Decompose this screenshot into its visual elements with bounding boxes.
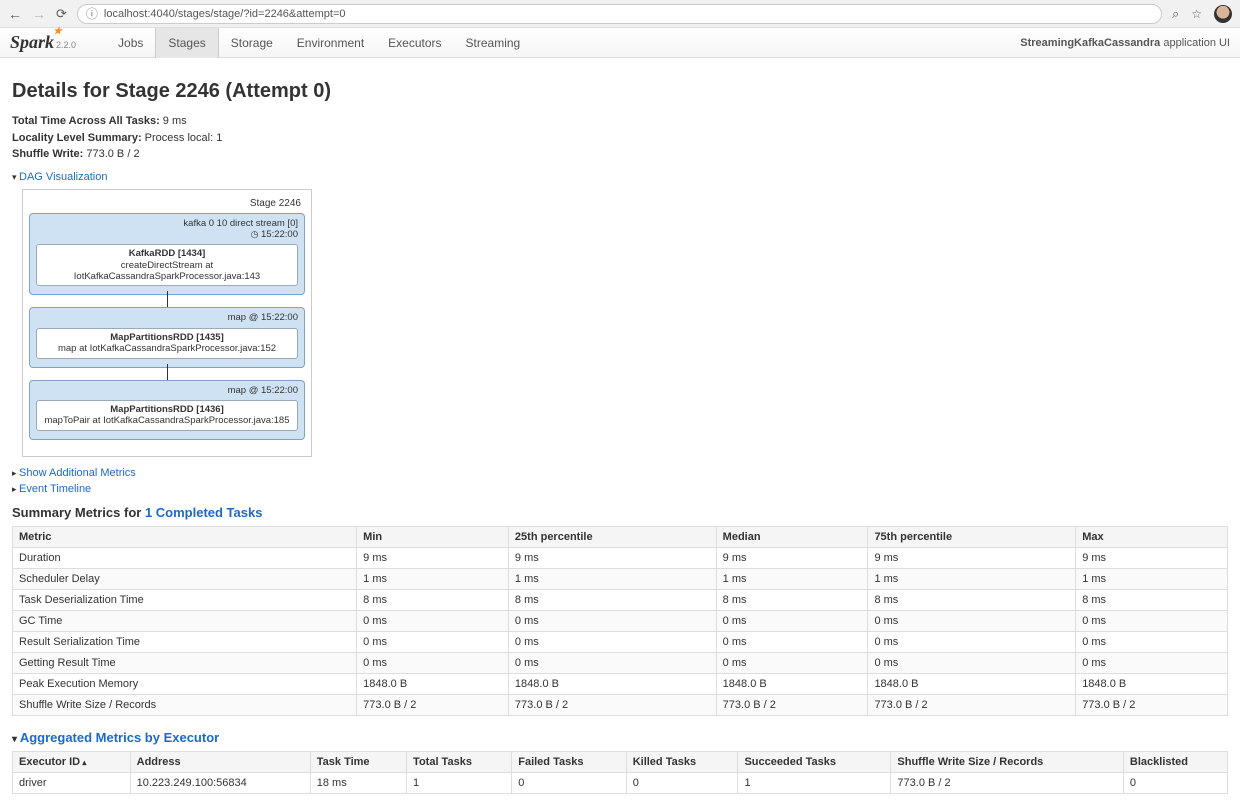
forward-button[interactable]: → xyxy=(32,6,46,22)
app-name-label: StreamingKafkaCassandra application UI xyxy=(1020,37,1230,49)
meta-item: Locality Level Summary: Process local: 1 xyxy=(12,130,1228,147)
table-header[interactable]: Metric xyxy=(13,526,357,547)
summary-metrics-heading: Summary Metrics for 1 Completed Tasks xyxy=(12,505,1228,520)
table-header[interactable]: 25th percentile xyxy=(508,526,716,547)
aggregated-metrics-table: Executor IDAddressTask TimeTotal TasksFa… xyxy=(12,751,1228,794)
table-row: Peak Execution Memory1848.0 B1848.0 B184… xyxy=(13,673,1228,694)
stage-meta-list: Total Time Across All Tasks: 9 msLocalit… xyxy=(12,113,1228,163)
spark-logo[interactable]: Spark 2.2.0 xyxy=(10,32,76,53)
table-header[interactable]: Median xyxy=(716,526,868,547)
table-header[interactable]: 75th percentile xyxy=(868,526,1076,547)
back-button[interactable]: ← xyxy=(8,6,22,22)
browser-toolbar: ← → ⟳ ⓘ localhost:4040/stages/stage/?id=… xyxy=(0,0,1240,28)
dag-visualization-toggle[interactable]: DAG Visualization xyxy=(12,171,1228,183)
dag-node: KafkaRDD [1434]createDirectStream at Iot… xyxy=(36,244,298,286)
nav-tab-jobs[interactable]: Jobs xyxy=(106,28,155,58)
table-row: Duration9 ms9 ms9 ms9 ms9 ms xyxy=(13,547,1228,568)
reload-button[interactable]: ⟳ xyxy=(56,6,67,22)
meta-item: Shuffle Write: 773.0 B / 2 xyxy=(12,146,1228,163)
bookmark-icon[interactable]: ☆ xyxy=(1191,7,1202,21)
nav-tab-streaming[interactable]: Streaming xyxy=(454,28,533,58)
table-header[interactable]: Succeeded Tasks xyxy=(738,751,891,772)
table-row: Getting Result Time0 ms0 ms0 ms0 ms0 ms xyxy=(13,652,1228,673)
app-navbar: Spark 2.2.0 JobsStagesStorageEnvironment… xyxy=(0,28,1240,58)
url-text: localhost:4040/stages/stage/?id=2246&att… xyxy=(104,8,346,20)
dag-visualization: Stage 2246 kafka 0 10 direct stream [0]1… xyxy=(22,189,312,457)
table-row: GC Time0 ms0 ms0 ms0 ms0 ms xyxy=(13,610,1228,631)
table-header[interactable]: Shuffle Write Size / Records xyxy=(891,751,1124,772)
table-row: Scheduler Delay1 ms1 ms1 ms1 ms1 ms xyxy=(13,568,1228,589)
table-header[interactable]: Task Time xyxy=(310,751,406,772)
dag-block: map @ 15:22:00MapPartitionsRDD [1436]map… xyxy=(29,380,305,440)
profile-avatar[interactable] xyxy=(1214,5,1232,23)
dag-stage-label: Stage 2246 xyxy=(29,196,305,213)
nav-tab-storage[interactable]: Storage xyxy=(219,28,285,58)
dag-block: kafka 0 10 direct stream [0]15:22:00Kafk… xyxy=(29,213,305,296)
table-header[interactable]: Blacklisted xyxy=(1123,751,1227,772)
table-header[interactable]: Killed Tasks xyxy=(626,751,738,772)
event-timeline-toggle[interactable]: Event Timeline xyxy=(12,483,1228,495)
nav-tab-environment[interactable]: Environment xyxy=(285,28,376,58)
table-header[interactable]: Address xyxy=(130,751,310,772)
table-header[interactable]: Failed Tasks xyxy=(512,751,626,772)
table-row: driver10.223.249.100:5683418 ms1001773.0… xyxy=(13,772,1228,793)
table-header[interactable]: Total Tasks xyxy=(407,751,512,772)
table-row: Result Serialization Time0 ms0 ms0 ms0 m… xyxy=(13,631,1228,652)
table-header[interactable]: Max xyxy=(1076,526,1228,547)
nav-tab-executors[interactable]: Executors xyxy=(376,28,453,58)
address-bar[interactable]: ⓘ localhost:4040/stages/stage/?id=2246&a… xyxy=(77,4,1162,24)
completed-tasks-link[interactable]: 1 Completed Tasks xyxy=(145,505,263,520)
table-header[interactable]: Min xyxy=(357,526,509,547)
dag-node: MapPartitionsRDD [1436]mapToPair at IotK… xyxy=(36,400,298,431)
dag-node: MapPartitionsRDD [1435]map at IotKafkaCa… xyxy=(36,328,298,359)
aggregated-metrics-toggle[interactable]: Aggregated Metrics by Executor xyxy=(12,730,1228,745)
show-additional-metrics-toggle[interactable]: Show Additional Metrics xyxy=(12,467,1228,479)
search-icon[interactable]: ⌕ xyxy=(1172,6,1179,22)
summary-metrics-table: MetricMin25th percentileMedian75th perce… xyxy=(12,526,1228,716)
meta-item: Total Time Across All Tasks: 9 ms xyxy=(12,113,1228,130)
page-title: Details for Stage 2246 (Attempt 0) xyxy=(12,80,1228,103)
dag-block: map @ 15:22:00MapPartitionsRDD [1435]map… xyxy=(29,307,305,367)
table-row: Shuffle Write Size / Records773.0 B / 27… xyxy=(13,694,1228,715)
nav-tab-stages[interactable]: Stages xyxy=(155,28,218,58)
table-header[interactable]: Executor ID xyxy=(13,751,131,772)
table-row: Task Deserialization Time8 ms8 ms8 ms8 m… xyxy=(13,589,1228,610)
site-info-icon[interactable]: ⓘ xyxy=(86,5,98,22)
